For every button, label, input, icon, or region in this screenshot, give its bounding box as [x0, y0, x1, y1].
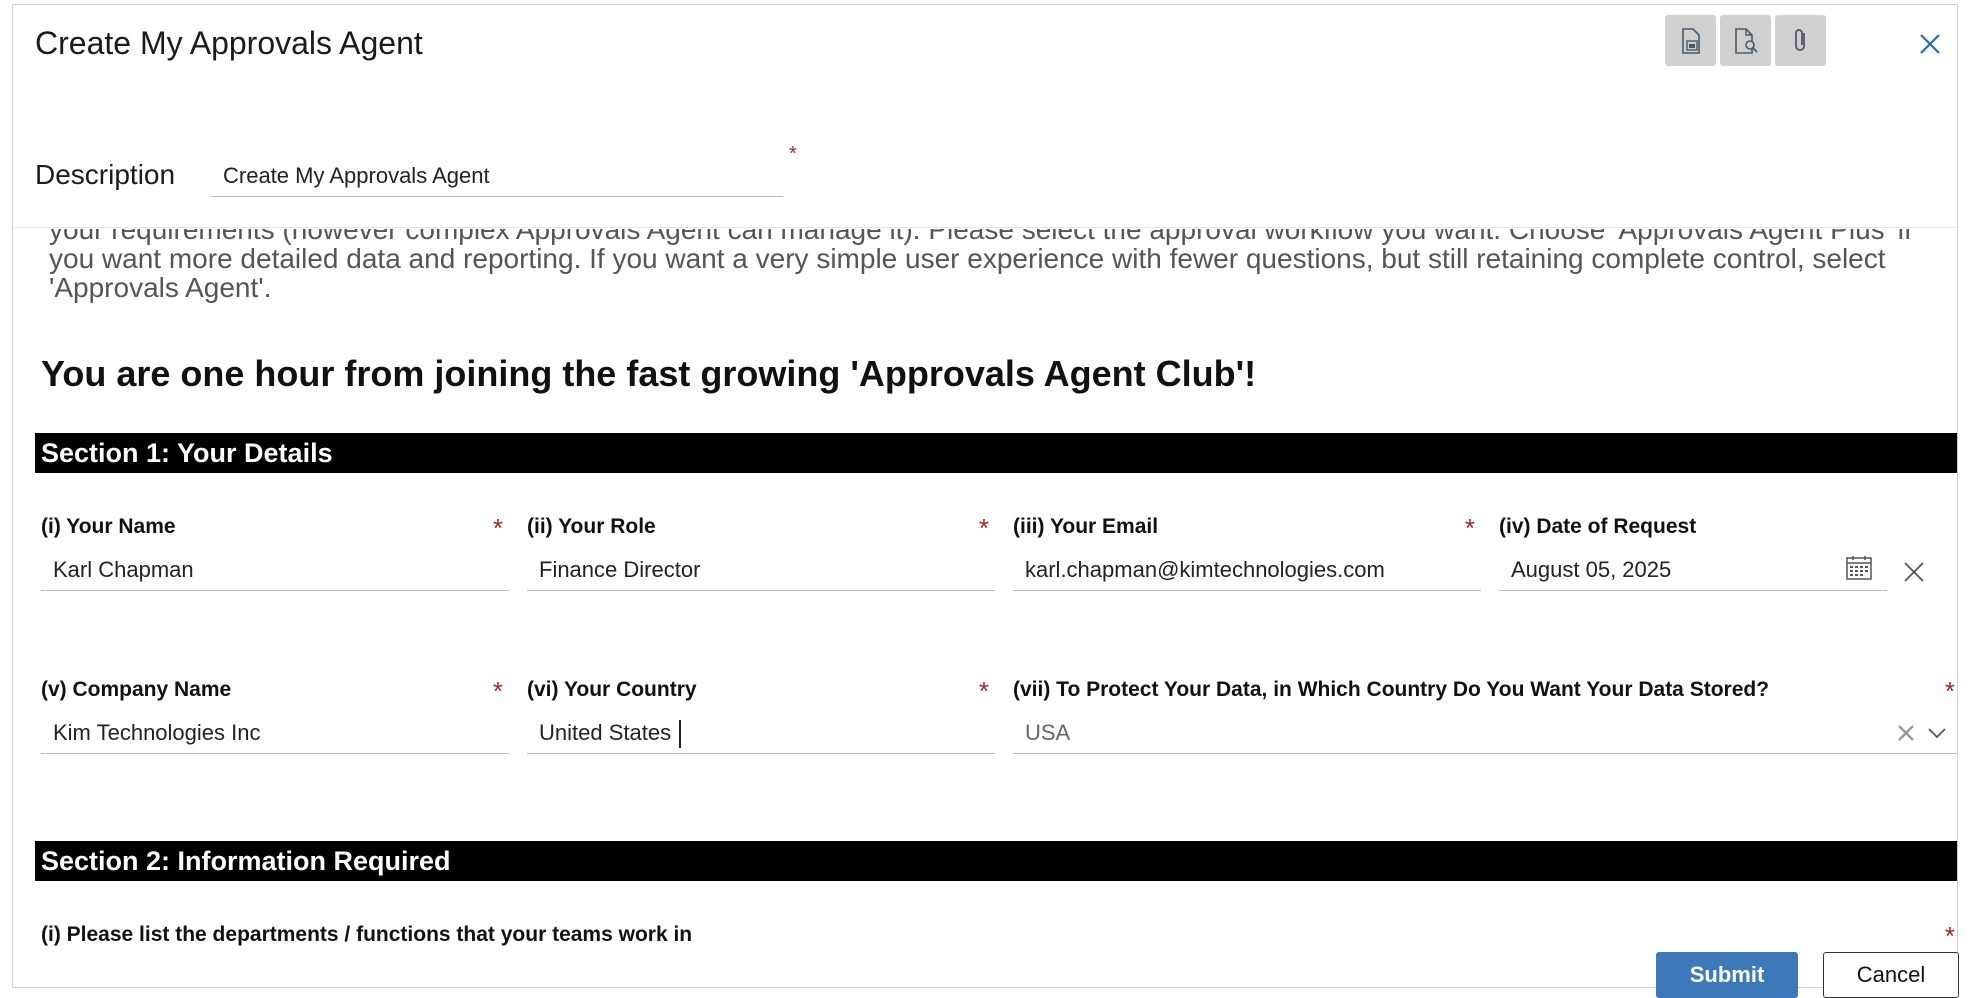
club-headline: You are one hour from joining the fast g… [41, 353, 1257, 394]
departments-label: (i) Please list the departments / functi… [41, 923, 693, 946]
data-storage-country-label: (vii) To Protect Your Data, in Which Cou… [1013, 678, 1770, 701]
save-icon [1681, 27, 1700, 54]
cancel-button[interactable]: Cancel [1823, 952, 1959, 998]
dialog-title: Create My Approvals Agent [35, 25, 423, 61]
section-1-header: Section 1: Your Details [35, 433, 1957, 473]
departments-required-mark: * [1944, 921, 1955, 951]
calendar-icon[interactable] [1845, 555, 1873, 581]
submit-button[interactable]: Submit [1656, 952, 1798, 998]
company-name-input[interactable] [41, 712, 509, 754]
date-of-request-label: (iv) Date of Request [1499, 515, 1697, 538]
your-email-required-mark: * [1464, 513, 1475, 543]
your-role-required-mark: * [978, 513, 989, 543]
field-your-country: (vi) Your Country * [527, 676, 995, 754]
company-name-required-mark: * [492, 676, 503, 706]
attachment-icon [1794, 28, 1805, 51]
text-cursor [679, 720, 681, 748]
your-email-label: (iii) Your Email [1013, 515, 1159, 538]
close-button[interactable] [1913, 27, 1947, 61]
your-email-input[interactable] [1013, 549, 1481, 591]
create-agent-dialog: Create My Approvals Agent Description Cr… [12, 4, 1958, 988]
field-data-storage-country: (vii) To Protect Your Data, in Which Cou… [1013, 676, 1957, 754]
dialog-toolbar [1665, 15, 1826, 66]
document-search-button[interactable] [1720, 15, 1771, 66]
field-departments: (i) Please list the departments / functi… [41, 921, 1957, 951]
field-company-name: (v) Company Name * [41, 676, 509, 754]
your-name-label: (i) Your Name [41, 515, 176, 538]
your-country-label: (vi) Your Country [527, 678, 697, 701]
section-2-header: Section 2: Information Required [35, 841, 1957, 881]
data-storage-country-select[interactable] [1013, 712, 1957, 754]
document-search-icon [1734, 27, 1758, 54]
chevron-down-icon[interactable] [1927, 726, 1947, 740]
company-name-label: (v) Company Name [41, 678, 232, 701]
save-button[interactable] [1665, 15, 1716, 66]
close-icon [1920, 34, 1940, 54]
attachment-button[interactable] [1775, 15, 1826, 66]
field-your-name: (i) Your Name * [41, 513, 509, 591]
your-role-label: (ii) Your Role [527, 515, 656, 538]
your-country-required-mark: * [978, 676, 989, 706]
your-name-required-mark: * [492, 513, 503, 543]
your-name-input[interactable] [41, 549, 509, 591]
your-country-input[interactable] [527, 712, 995, 754]
form-content[interactable]: your requirements (however complex Appro… [13, 229, 1957, 985]
your-role-input[interactable] [527, 549, 995, 591]
header-divider [13, 227, 1957, 228]
date-of-request-input[interactable] [1499, 549, 1887, 591]
data-storage-country-required-mark: * [1944, 676, 1955, 706]
field-your-role: (ii) Your Role * [527, 513, 995, 591]
description-required-mark: * [789, 143, 797, 165]
clear-date-icon[interactable] [1903, 561, 1925, 583]
clear-selection-icon[interactable] [1897, 724, 1915, 742]
intro-text: your requirements (however complex Appro… [49, 229, 1912, 303]
description-input[interactable] [211, 155, 783, 197]
field-your-email: (iii) Your Email * [1013, 513, 1481, 591]
field-date-of-request: (iv) Date of Request [1499, 515, 1887, 591]
description-label: Description [35, 159, 176, 190]
